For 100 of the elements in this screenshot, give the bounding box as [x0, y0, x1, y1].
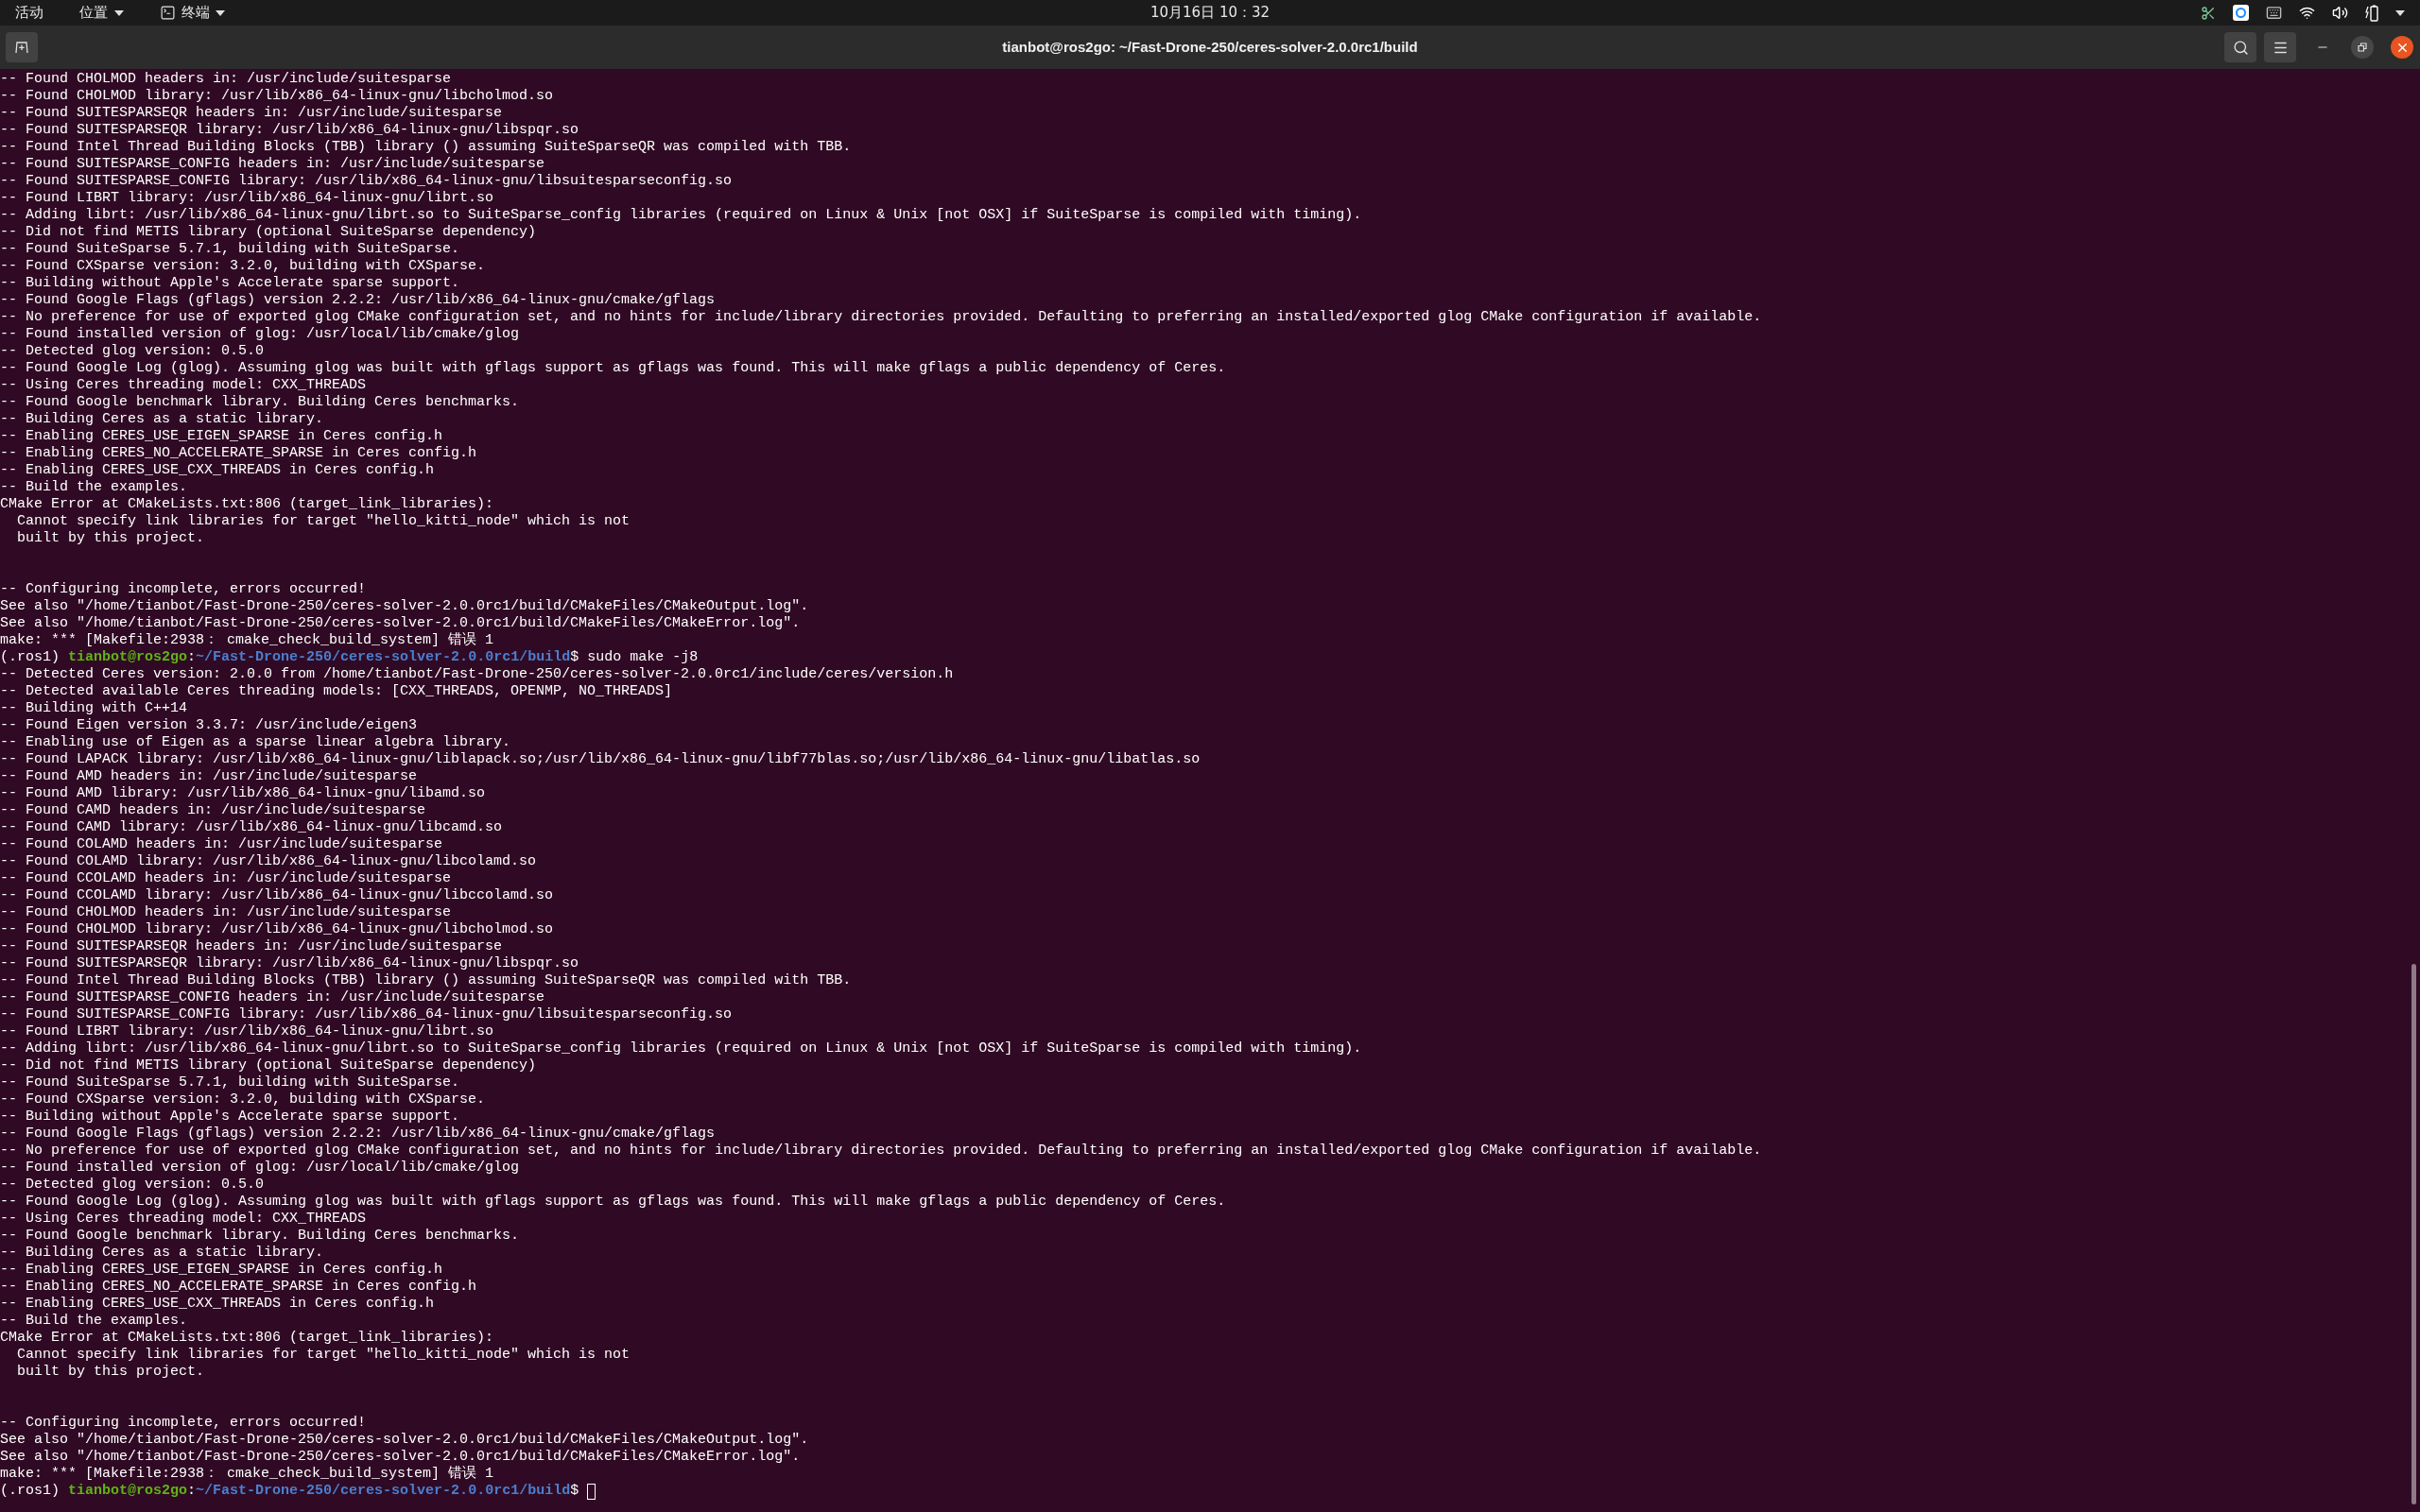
terminal-output-line: See also "/home/tianbot/Fast-Drone-250/ceres-solver-2.0.0rc1/build/CMakeFiles/CMakeError.log".	[0, 615, 801, 632]
terminal-output-line: -- Found CAMD headers in: /usr/include/suitesparse	[0, 802, 426, 819]
terminal-output-line: -- Found AMD headers in: /usr/include/suitesparse	[0, 768, 418, 785]
close-button[interactable]	[2391, 36, 2413, 59]
terminal-output-line: -- Found Eigen version 3.3.7: /usr/include/eigen3	[0, 717, 418, 734]
terminal-output-line: -- Did not find METIS library (optional SuiteSparse dependency)	[0, 224, 537, 241]
new-tab-icon	[15, 41, 28, 54]
terminal-output-line: See also "/home/tianbot/Fast-Drone-250/ceres-solver-2.0.0rc1/build/CMakeFiles/CMakeOutput.log".	[0, 598, 809, 615]
terminal-app-menu[interactable]: 终端	[160, 2, 225, 24]
shell-prompt-line: (.ros1) tianbot@ros2go:~/Fast-Drone-250/ceres-solver-2.0.0rc1/build$	[0, 1483, 580, 1500]
terminal-output-line: -- Build the examples.	[0, 479, 188, 496]
terminal-output-line: -- Found SUITESPARSE_CONFIG library: /usr/lib/x86_64-linux-gnu/libsuitesparseconfig.so	[0, 173, 733, 190]
terminal-output-line: -- Found Intel Thread Building Blocks (TBB) library () assuming SuiteSparseQR was compiled with TBB.	[0, 972, 852, 989]
terminal-output-line: -- Detected glog version: 0.5.0	[0, 343, 265, 360]
scissors-icon[interactable]	[2201, 5, 2216, 21]
terminal-output-line: make: *** [Makefile:2938： cmake_check_build_system] 错误 1	[0, 632, 494, 649]
terminal-output-line: -- Found Intel Thread Building Blocks (TBB) library () assuming SuiteSparseQR was compiled with TBB.	[0, 139, 852, 156]
terminal-output-line: -- Found SUITESPARSEQR library: /usr/lib/x86_64-linux-gnu/libspqr.so	[0, 955, 579, 972]
terminal-icon	[160, 5, 176, 21]
terminal-output-line: -- Building without Apple's Accelerate sparse support.	[0, 1108, 460, 1125]
search-icon	[2232, 39, 2249, 56]
terminal-output-line: -- Found SUITESPARSEQR headers in: /usr/include/suitesparse	[0, 105, 503, 122]
terminal-output-line: -- Found Google Flags (gflags) version 2.2.2: /usr/lib/x86_64-linux-gnu/cmake/gflags	[0, 292, 716, 309]
caret-icon	[2395, 9, 2405, 16]
terminal-output-line: -- Enabling CERES_NO_ACCELERATE_SPARSE in Ceres config.h	[0, 445, 477, 462]
new-tab-button[interactable]	[6, 32, 38, 62]
terminal-output-line: -- Enabling CERES_USE_EIGEN_SPARSE in Ceres config.h	[0, 1262, 443, 1279]
terminal-output-line: -- Configuring incomplete, errors occurred!	[0, 581, 367, 598]
window-title: tianbot@ros2go: ~/Fast-Drone-250/ceres-solver-2.0.0rc1/build	[1002, 37, 1418, 57]
terminal-output-line: -- Building without Apple's Accelerate sparse support.	[0, 275, 460, 292]
terminal-output-line: -- Building Ceres as a static library.	[0, 411, 324, 428]
terminal-output-line: make: *** [Makefile:2938： cmake_check_build_system] 错误 1	[0, 1466, 494, 1483]
app-indicator-icon[interactable]	[2233, 5, 2249, 21]
terminal-output-line: -- Found CCOLAMD headers in: /usr/include/suitesparse	[0, 870, 452, 887]
terminal-output-line: built by this project.	[16, 1364, 205, 1381]
terminal-output-line: -- Enabling CERES_NO_ACCELERATE_SPARSE in Ceres config.h	[0, 1279, 477, 1296]
terminal-output-line: -- Building with C++14	[0, 700, 188, 717]
terminal-output-line: -- Found SuiteSparse 5.7.1, building with SuiteSparse.	[0, 1074, 460, 1091]
terminal-output-line: -- Enabling CERES_USE_CXX_THREADS in Ceres config.h	[0, 1296, 435, 1313]
terminal-output-line: Cannot specify link libraries for target "hello_kitti_node" which is not	[16, 513, 631, 530]
terminal-output-line: See also "/home/tianbot/Fast-Drone-250/ceres-solver-2.0.0rc1/build/CMakeFiles/CMakeOutput.log".	[0, 1432, 809, 1449]
terminal-output-line: -- Found CHOLMOD library: /usr/lib/x86_64-linux-gnu/libcholmod.so	[0, 88, 554, 105]
terminal-output-line: -- Found SUITESPARSE_CONFIG library: /usr/lib/x86_64-linux-gnu/libsuitesparseconfig.so	[0, 1006, 733, 1023]
terminal-output-line: -- Using Ceres threading model: CXX_THREADS	[0, 1211, 367, 1228]
terminal-output-line: -- No preference for use of exported glog CMake configuration set, and no hints for include/library directories provided. Defaulting to preferring an installed/exported glog CMake configuration if available.	[0, 309, 1762, 326]
terminal-output-line: -- No preference for use of exported glog CMake configuration set, and no hints for include/library directories provided. Defaulting to preferring an installed/exported glog CMake configuration if available.	[0, 1143, 1762, 1160]
terminal-output-line: -- Found COLAMD headers in: /usr/include/suitesparse	[0, 836, 443, 853]
battery-icon[interactable]	[2365, 4, 2378, 22]
shell-prompt-line: (.ros1) tianbot@ros2go:~/Fast-Drone-250/ceres-solver-2.0.0rc1/build$ sudo make -j8	[0, 649, 699, 666]
terminal-output-line: -- Found CHOLMOD headers in: /usr/include/suitesparse	[0, 71, 452, 88]
terminal-output-line: -- Using Ceres threading model: CXX_THREADS	[0, 377, 367, 394]
terminal-output-line: -- Enabling CERES_USE_CXX_THREADS in Ceres config.h	[0, 462, 435, 479]
terminal-output-line: -- Found SUITESPARSEQR headers in: /usr/include/suitesparse	[0, 938, 503, 955]
terminal-output-line: -- Configuring incomplete, errors occurred!	[0, 1415, 367, 1432]
terminal-output-line: -- Build the examples.	[0, 1313, 188, 1330]
terminal-output-line: Cannot specify link libraries for target "hello_kitti_node" which is not	[16, 1347, 631, 1364]
terminal-output-line: -- Enabling CERES_USE_EIGEN_SPARSE in Ceres config.h	[0, 428, 443, 445]
terminal-output-line: -- Found LIBRT library: /usr/lib/x86_64-linux-gnu/librt.so	[0, 190, 494, 207]
caret-icon	[216, 9, 225, 16]
places-menu[interactable]: 位置	[79, 2, 124, 24]
terminal-output-line: -- Found Google Log (glog). Assuming glog was built with gflags support as gflags was found. This will make gflags a public dependency of Ceres.	[0, 360, 1226, 377]
terminal-output-line: -- Found installed version of glog: /usr/local/lib/cmake/glog	[0, 1160, 520, 1177]
terminal-output-line: CMake Error at CMakeLists.txt:806 (target_link_libraries):	[0, 496, 494, 513]
terminal-output-line: -- Found CCOLAMD library: /usr/lib/x86_64-linux-gnu/libccolamd.so	[0, 887, 554, 904]
clock[interactable]: 10月16日 10：32	[1150, 2, 1270, 24]
terminal-output-line: -- Building Ceres as a static library.	[0, 1245, 324, 1262]
terminal-output-line: -- Found installed version of glog: /usr/local/lib/cmake/glog	[0, 326, 520, 343]
terminal-output-line: -- Found CXSparse version: 3.2.0, building with CXSparse.	[0, 258, 486, 275]
caret-icon	[114, 9, 124, 16]
terminal-output-line: -- Adding librt: /usr/lib/x86_64-linux-gnu/librt.so to SuiteSparse_config libraries (required on Linux & Unix [not OSX] if SuiteSparse is compiled with timing).	[0, 1040, 1362, 1057]
terminal-output-line: built by this project.	[16, 530, 205, 547]
terminal-output-line: -- Adding librt: /usr/lib/x86_64-linux-gnu/librt.so to SuiteSparse_config libraries (required on Linux & Unix [not OSX] if SuiteSparse is compiled with timing).	[0, 207, 1362, 224]
activities-button[interactable]: 活动	[15, 2, 43, 24]
restore-icon	[2358, 43, 2367, 52]
terminal-output-line: -- Detected Ceres version: 2.0.0 from /home/tianbot/Fast-Drone-250/ceres-solver-2.0.0rc1/include/ceres/version.h	[0, 666, 954, 683]
volume-icon[interactable]	[2332, 5, 2348, 21]
terminal-output-line: See also "/home/tianbot/Fast-Drone-250/ceres-solver-2.0.0rc1/build/CMakeFiles/CMakeError.log".	[0, 1449, 801, 1466]
terminal-output-line: -- Found SUITESPARSE_CONFIG headers in: /usr/include/suitesparse	[0, 156, 545, 173]
terminal-output-line: -- Found CHOLMOD library: /usr/lib/x86_64-linux-gnu/libcholmod.so	[0, 921, 554, 938]
restore-button[interactable]	[2351, 36, 2374, 59]
terminal-output-line: -- Found Google benchmark library. Building Ceres benchmarks.	[0, 394, 520, 411]
terminal-output-line: -- Detected available Ceres threading models: [CXX_THREADS, OPENMP, NO_THREADS]	[0, 683, 673, 700]
keyboard-icon[interactable]	[2266, 5, 2282, 21]
terminal-output-line: -- Found COLAMD library: /usr/lib/x86_64-linux-gnu/libcolamd.so	[0, 853, 537, 870]
scrollbar-thumb[interactable]	[2411, 964, 2416, 1504]
terminal-output-line: -- Enabling use of Eigen as a sparse linear algebra library.	[0, 734, 511, 751]
search-button[interactable]	[2224, 32, 2256, 62]
terminal-output-line: -- Found Google benchmark library. Building Ceres benchmarks.	[0, 1228, 520, 1245]
terminal-output-line: -- Found SuiteSparse 5.7.1, building with SuiteSparse.	[0, 241, 460, 258]
terminal-output-line: -- Detected glog version: 0.5.0	[0, 1177, 265, 1194]
wifi-icon[interactable]	[2299, 5, 2315, 21]
terminal-output-line: -- Found LIBRT library: /usr/lib/x86_64-linux-gnu/librt.so	[0, 1023, 494, 1040]
terminal-output-line: -- Found LAPACK library: /usr/lib/x86_64-linux-gnu/liblapack.so;/usr/lib/x86_64-linux-gnu/libf77blas.so;/usr/lib/x86_64-linux-gnu/libatlas.so	[0, 751, 1201, 768]
terminal-output-line: -- Found Google Log (glog). Assuming glog was built with gflags support as gflags was found. This will make gflags a public dependency of Ceres.	[0, 1194, 1226, 1211]
terminal-output-line: -- Found SUITESPARSEQR library: /usr/lib/x86_64-linux-gnu/libspqr.so	[0, 122, 579, 139]
terminal-output-line: -- Found AMD library: /usr/lib/x86_64-linux-gnu/libamd.so	[0, 785, 486, 802]
terminal-output-line: -- Did not find METIS library (optional SuiteSparse dependency)	[0, 1057, 537, 1074]
terminal-output-line: -- Found CAMD library: /usr/lib/x86_64-linux-gnu/libcamd.so	[0, 819, 503, 836]
terminal-output-line: -- Found SUITESPARSE_CONFIG headers in: /usr/include/suitesparse	[0, 989, 545, 1006]
menu-button[interactable]	[2264, 32, 2296, 62]
